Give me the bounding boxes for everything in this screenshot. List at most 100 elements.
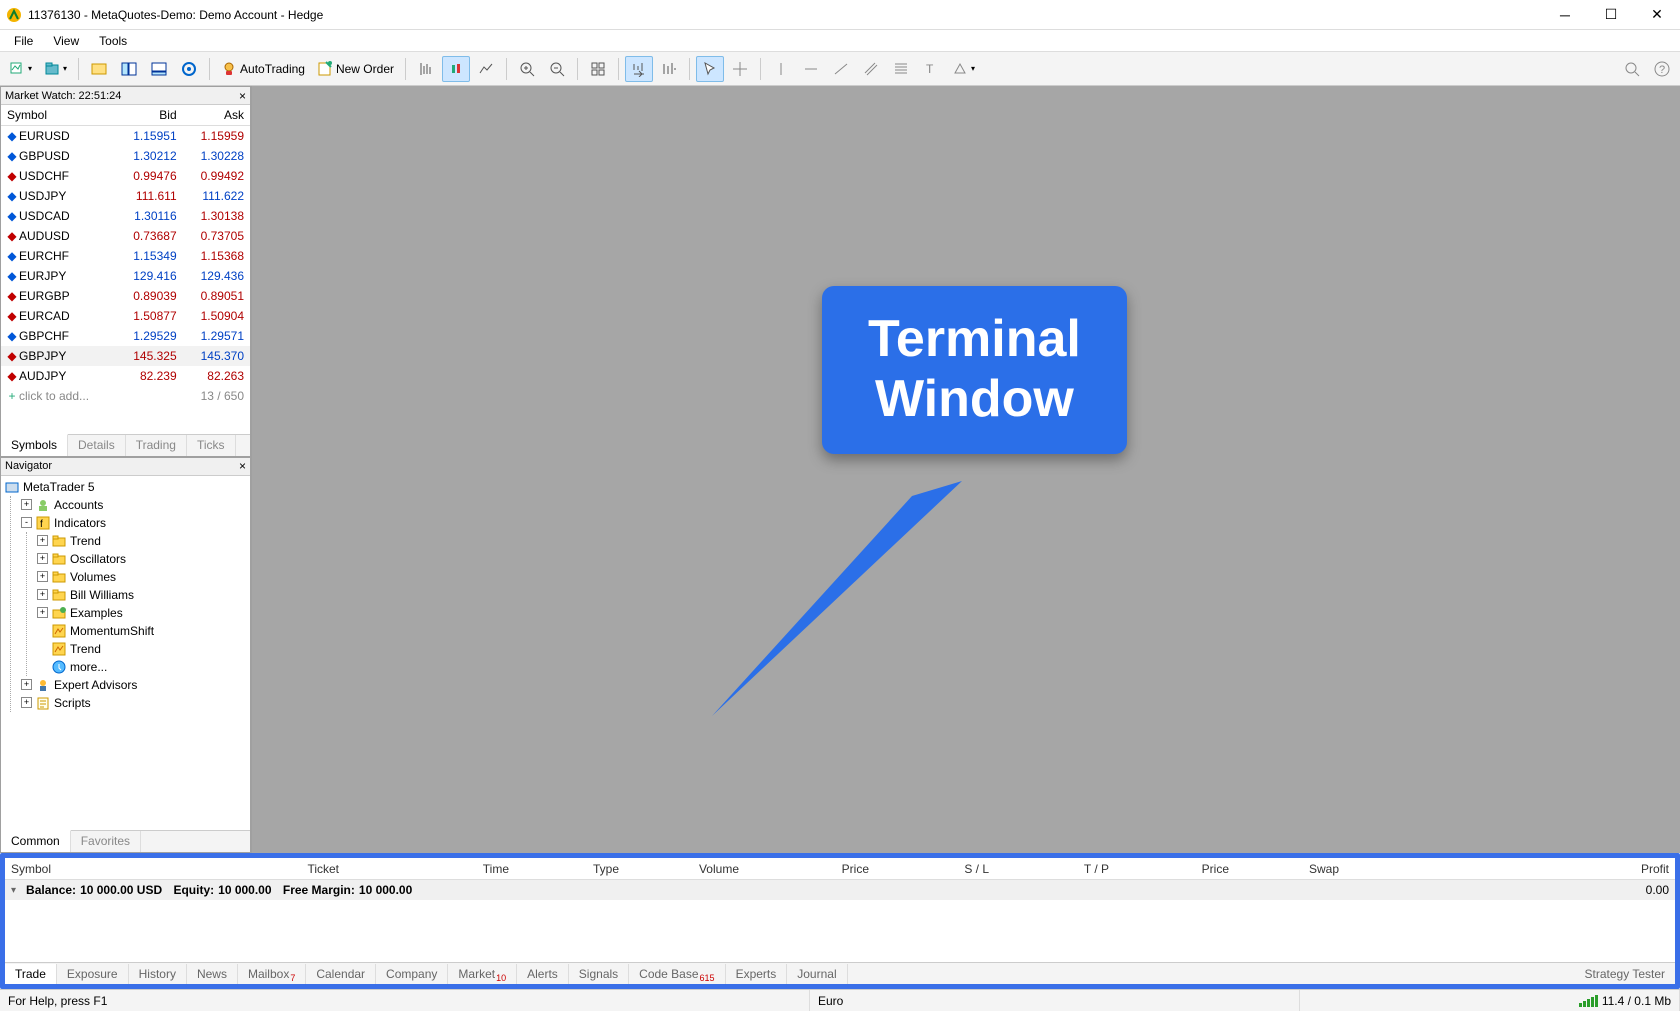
mw-col-bid[interactable]: Bid: [115, 105, 182, 126]
toolbar-terminal[interactable]: [145, 56, 173, 82]
mw-row-usdcad[interactable]: ◆USDCAD1.301161.30138: [1, 206, 250, 226]
toolbar-equidistant-channel[interactable]: [857, 56, 885, 82]
menu-tools[interactable]: Tools: [89, 32, 137, 50]
toolbar-search[interactable]: [1618, 56, 1646, 82]
toolbar-vertical-line[interactable]: [767, 56, 795, 82]
mw-tab-details[interactable]: Details: [68, 435, 126, 456]
nav-item-trend[interactable]: +Trend: [37, 532, 246, 550]
mw-row-eurcad[interactable]: ◆EURCAD1.508771.50904: [1, 306, 250, 326]
term-tab-signals[interactable]: Signals: [569, 964, 629, 984]
mw-tab-ticks[interactable]: Ticks: [187, 435, 236, 456]
mw-tab-symbols[interactable]: Symbols: [1, 434, 68, 456]
toolbar-zoom-in[interactable]: [513, 56, 541, 82]
term-tab-calendar[interactable]: Calendar: [306, 964, 376, 984]
term-col-sl[interactable]: S / L: [875, 859, 995, 879]
toolbar-objects[interactable]: ▾: [947, 56, 980, 82]
nav-item-oscillators[interactable]: +Oscillators: [37, 550, 246, 568]
term-tab-exposure[interactable]: Exposure: [57, 964, 129, 984]
market-watch-close[interactable]: ×: [239, 90, 246, 102]
term-col-profit[interactable]: Profit: [1345, 859, 1675, 879]
toolbar-trendline[interactable]: [827, 56, 855, 82]
mw-row-eurgbp[interactable]: ◆EURGBP0.890390.89051: [1, 286, 250, 306]
toolbar-bar-chart[interactable]: [412, 56, 440, 82]
mw-col-ask[interactable]: Ask: [183, 105, 250, 126]
term-col-ticket[interactable]: Ticket: [165, 859, 345, 879]
mw-row-audusd[interactable]: ◆AUDUSD0.736870.73705: [1, 226, 250, 246]
term-tab-company[interactable]: Company: [376, 964, 448, 984]
mw-row-gbpjpy[interactable]: ◆GBPJPY145.325145.370: [1, 346, 250, 366]
term-col-tp[interactable]: T / P: [995, 859, 1115, 879]
expand-icon[interactable]: -: [21, 517, 32, 528]
mw-row-eurusd[interactable]: ◆EURUSD1.159511.15959: [1, 126, 250, 146]
mw-row-usdjpy[interactable]: ◆USDJPY111.611111.622: [1, 186, 250, 206]
term-col-swap[interactable]: Swap: [1235, 859, 1345, 879]
toolbar-navigator[interactable]: [115, 56, 143, 82]
mw-col-symbol[interactable]: Symbol: [1, 105, 115, 126]
term-tab-news[interactable]: News: [187, 964, 238, 984]
mw-row-gbpusd[interactable]: ◆GBPUSD1.302121.30228: [1, 146, 250, 166]
term-col-volume[interactable]: Volume: [625, 859, 745, 879]
expand-icon[interactable]: +: [37, 553, 48, 564]
navigator-close[interactable]: ×: [239, 460, 246, 472]
toolbar-new-order[interactable]: New Order: [312, 56, 399, 82]
nav-item-bill-williams[interactable]: +Bill Williams: [37, 586, 246, 604]
expand-icon[interactable]: +: [21, 697, 32, 708]
term-tab-trade[interactable]: Trade: [5, 964, 57, 984]
toolbar-candlesticks[interactable]: [442, 56, 470, 82]
term-tab-mailbox[interactable]: Mailbox7: [238, 964, 306, 984]
expand-icon[interactable]: +: [37, 607, 48, 618]
term-tab-alerts[interactable]: Alerts: [517, 964, 569, 984]
nav-root[interactable]: MetaTrader 5: [5, 478, 246, 496]
toolbar-chart-shift[interactable]: [655, 56, 683, 82]
maximize-button[interactable]: ☐: [1588, 0, 1634, 30]
chart-area[interactable]: Terminal Window: [252, 86, 1680, 853]
nav-item-accounts[interactable]: +Accounts: [21, 496, 246, 514]
mw-row-eurjpy[interactable]: ◆EURJPY129.416129.436: [1, 266, 250, 286]
toolbar-tile-windows[interactable]: [584, 56, 612, 82]
term-tab-code-base[interactable]: Code Base615: [629, 964, 725, 984]
toolbar-auto-scroll[interactable]: [625, 56, 653, 82]
menu-file[interactable]: File: [4, 32, 43, 50]
toolbar-crosshair[interactable]: [726, 56, 754, 82]
nav-item-expert-advisors[interactable]: +Expert Advisors: [21, 676, 246, 694]
toolbar-line-chart[interactable]: [472, 56, 500, 82]
toolbar-text[interactable]: T: [917, 56, 945, 82]
toolbar-cursor[interactable]: [696, 56, 724, 82]
term-tab-journal[interactable]: Journal: [787, 964, 847, 984]
term-tab-market[interactable]: Market10: [448, 964, 517, 984]
mw-row-usdchf[interactable]: ◆USDCHF0.994760.99492: [1, 166, 250, 186]
term-tab-history[interactable]: History: [129, 964, 187, 984]
nav-item-trend[interactable]: Trend: [37, 640, 246, 658]
expand-icon[interactable]: +: [37, 535, 48, 546]
toolbar-autotrading[interactable]: AutoTrading: [216, 56, 310, 82]
mw-row-gbpchf[interactable]: ◆GBPCHF1.295291.29571: [1, 326, 250, 346]
toolbar-market-watch[interactable]: [85, 56, 113, 82]
toolbar-strategy-tester[interactable]: [175, 56, 203, 82]
expand-icon[interactable]: +: [37, 571, 48, 582]
term-tab-strategy-tester[interactable]: Strategy Tester: [1575, 964, 1675, 984]
expand-icon[interactable]: +: [21, 499, 32, 510]
nav-item-momentumshift[interactable]: MomentumShift: [37, 622, 246, 640]
nav-tab-favorites[interactable]: Favorites: [71, 831, 141, 852]
toolbar-profiles[interactable]: ▾: [39, 56, 72, 82]
toolbar-new-chart[interactable]: ▾: [4, 56, 37, 82]
expand-icon[interactable]: ▾: [11, 885, 16, 896]
nav-tab-common[interactable]: Common: [1, 830, 71, 852]
term-col-type[interactable]: Type: [515, 859, 625, 879]
status-connection[interactable]: 11.4 / 0.1 Mb: [1571, 990, 1680, 1011]
minimize-button[interactable]: ─: [1542, 0, 1588, 30]
nav-item-examples[interactable]: +Examples: [37, 604, 246, 622]
toolbar-help[interactable]: ?: [1648, 56, 1676, 82]
expand-icon[interactable]: +: [21, 679, 32, 690]
nav-item-scripts[interactable]: +Scripts: [21, 694, 246, 712]
close-button[interactable]: ✕: [1634, 0, 1680, 30]
mw-tab-trading[interactable]: Trading: [126, 435, 187, 456]
expand-icon[interactable]: +: [37, 589, 48, 600]
toolbar-zoom-out[interactable]: [543, 56, 571, 82]
toolbar-fibonacci[interactable]: [887, 56, 915, 82]
nav-item-volumes[interactable]: +Volumes: [37, 568, 246, 586]
menu-view[interactable]: View: [43, 32, 89, 50]
term-col-price[interactable]: Price: [1115, 859, 1235, 879]
nav-item-more-[interactable]: more...: [37, 658, 246, 676]
mw-add-symbol[interactable]: click to add...: [19, 389, 89, 403]
